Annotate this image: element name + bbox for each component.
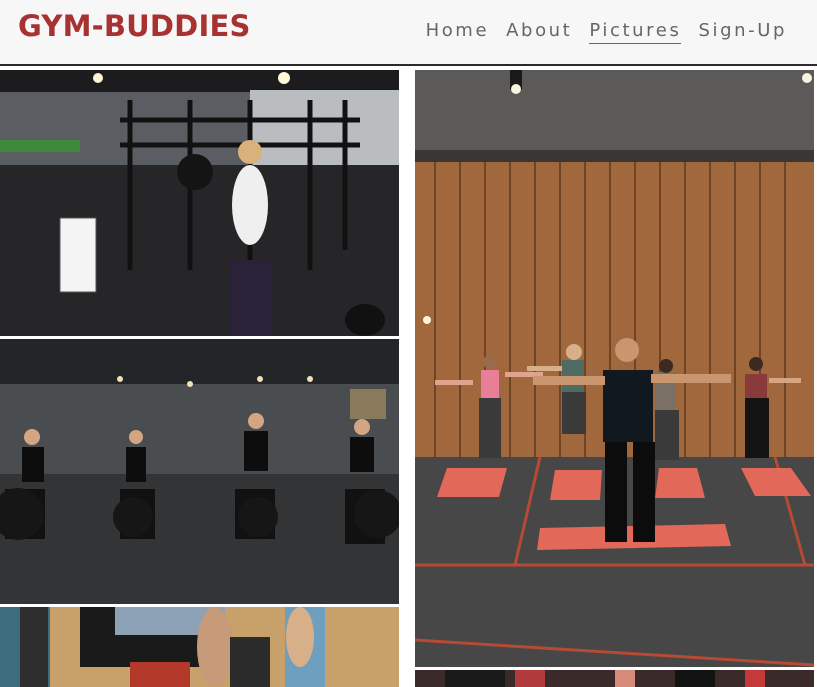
gym-photo-stretching-class [415, 70, 814, 667]
gym-photo-spin-class [0, 339, 399, 604]
brand-logo[interactable]: GYM-BUDDIES [18, 9, 251, 43]
nav-link-pictures[interactable]: Pictures [589, 20, 682, 44]
gym-photo-battle-ropes [0, 70, 399, 336]
nav-link-sign-up[interactable]: Sign-Up [698, 20, 787, 44]
site-header: GYM-BUDDIES Home About Pictures Sign-Up [0, 0, 817, 66]
nav-link-home[interactable]: Home [426, 20, 490, 44]
gym-photo-partial-bottom [415, 670, 814, 687]
main-nav: Home About Pictures Sign-Up [426, 20, 787, 44]
gym-photo-training-closeup [0, 607, 399, 687]
nav-link-about[interactable]: About [506, 20, 572, 44]
